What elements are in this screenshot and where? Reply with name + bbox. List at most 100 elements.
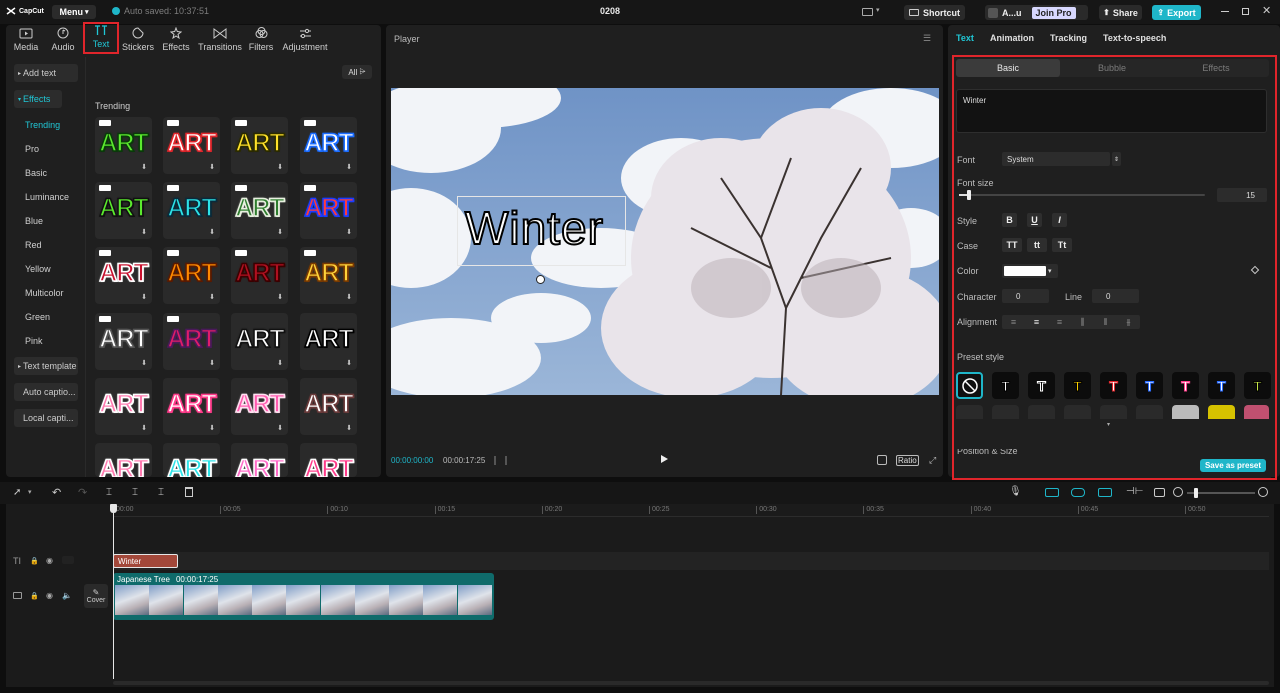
preset-tile[interactable] xyxy=(1208,405,1235,419)
text-clip[interactable]: Winter xyxy=(113,554,178,568)
split-icon[interactable]: ⌶ xyxy=(106,487,112,498)
tab-audio[interactable]: Audio xyxy=(43,25,83,55)
preset-style-tile[interactable]: T xyxy=(1028,372,1055,399)
effect-tile[interactable]: ART ⬇ xyxy=(95,247,152,304)
effect-tile[interactable]: ART xyxy=(231,443,288,477)
microphone-icon[interactable]: 🎙 xyxy=(1009,486,1022,497)
horizontal-scrollbar[interactable] xyxy=(113,681,1269,685)
sidebar-item-luminance[interactable]: Luminance xyxy=(25,192,69,202)
effect-tile[interactable]: ART xyxy=(163,443,220,477)
sidebar-item-blue[interactable]: Blue xyxy=(25,216,43,226)
sidebar-item-pink[interactable]: Pink xyxy=(25,336,43,346)
download-icon[interactable]: ⬇ xyxy=(141,424,147,432)
sidebar-add-text[interactable]: ▸ Add text xyxy=(14,64,78,82)
subtab-bubble[interactable]: Bubble xyxy=(1060,59,1164,77)
align-vertical-top-icon[interactable]: ⫴ xyxy=(1094,315,1117,329)
effect-tile[interactable]: ART ⬇ xyxy=(95,378,152,435)
share-button[interactable]: ⬆ Share xyxy=(1099,5,1142,20)
speaker-icon[interactable]: 🔈 xyxy=(62,591,72,600)
filter-all-button[interactable]: All ⩥ xyxy=(342,65,372,79)
effect-tile[interactable]: ART ⬇ xyxy=(231,247,288,304)
tab-filters[interactable]: Filters xyxy=(241,25,281,55)
download-icon[interactable]: ⬇ xyxy=(209,293,215,301)
effect-tile[interactable]: ART ⬇ xyxy=(300,378,357,435)
playhead[interactable] xyxy=(113,504,114,679)
split-right-icon[interactable]: ⌶ xyxy=(158,487,164,498)
tab-adjustment[interactable]: Adjustment xyxy=(282,25,328,55)
timecode-grid-icon[interactable] xyxy=(494,456,507,465)
effect-tile[interactable]: ART xyxy=(300,443,357,477)
delete-icon[interactable] xyxy=(185,487,193,497)
effect-tile[interactable]: ART ⬇ xyxy=(231,182,288,239)
preset-style-tile[interactable]: T xyxy=(992,372,1019,399)
rotate-handle-icon[interactable] xyxy=(536,275,545,284)
download-icon[interactable]: ⬇ xyxy=(277,424,283,432)
eye-icon[interactable]: ◉ xyxy=(46,591,53,600)
effect-tile[interactable]: ART ⬇ xyxy=(300,117,357,174)
minimize-icon[interactable] xyxy=(1221,11,1229,12)
effect-tile[interactable]: ART ⬇ xyxy=(163,313,220,370)
text-content-input[interactable]: Winter xyxy=(956,89,1267,133)
play-icon[interactable] xyxy=(661,455,668,463)
layout-icon[interactable] xyxy=(862,8,873,16)
effect-tile[interactable]: ART ⬇ xyxy=(163,247,220,304)
font-size-slider-track[interactable] xyxy=(959,190,1205,200)
download-icon[interactable]: ⬇ xyxy=(141,163,147,171)
font-size-input[interactable]: 15 xyxy=(1217,188,1267,202)
preset-tile[interactable] xyxy=(1172,405,1199,419)
sidebar-item-multicolor[interactable]: Multicolor xyxy=(25,288,64,298)
tab-text[interactable]: Text xyxy=(83,22,119,54)
download-icon[interactable]: ⬇ xyxy=(277,293,283,301)
maximize-icon[interactable] xyxy=(1242,8,1249,15)
download-icon[interactable]: ⬇ xyxy=(277,228,283,236)
download-icon[interactable]: ⬇ xyxy=(209,359,215,367)
tab-transitions[interactable]: Transitions xyxy=(198,25,242,55)
underline-button[interactable]: U xyxy=(1027,213,1042,227)
subtab-basic[interactable]: Basic xyxy=(956,59,1060,77)
download-icon[interactable]: ⬇ xyxy=(209,163,215,171)
download-icon[interactable]: ⬇ xyxy=(346,424,352,432)
effect-tile[interactable]: ART ⬇ xyxy=(163,117,220,174)
undo-icon[interactable]: ↶ xyxy=(52,486,61,499)
download-icon[interactable]: ⬇ xyxy=(346,228,352,236)
export-button[interactable]: ⇪ Export xyxy=(1152,5,1201,20)
split-left-icon[interactable]: ⌶ xyxy=(132,487,138,498)
zoom-slider[interactable] xyxy=(1187,488,1255,498)
tab-tracking[interactable]: Tracking xyxy=(1050,33,1087,43)
effect-tile[interactable]: ART ⬇ xyxy=(300,182,357,239)
align-vertical-bottom-icon[interactable]: ⫵ xyxy=(1117,315,1140,329)
preset-style-tile[interactable]: T xyxy=(1064,372,1091,399)
linkage-icon[interactable] xyxy=(1098,488,1112,497)
preset-tile[interactable] xyxy=(1136,405,1163,419)
join-pro-badge[interactable]: Join Pro xyxy=(1031,6,1076,19)
effect-tile[interactable]: ART ⬇ xyxy=(231,378,288,435)
menu-button[interactable]: Menu ▾ xyxy=(52,5,96,19)
align-justify-icon[interactable]: ⫼ xyxy=(1071,315,1094,329)
download-icon[interactable]: ⬇ xyxy=(141,359,147,367)
lock-icon[interactable]: 🔒 xyxy=(30,557,39,565)
tab-effects[interactable]: Effects xyxy=(156,25,196,55)
character-input[interactable]: 0 xyxy=(1002,289,1049,303)
preset-style-tile[interactable]: T xyxy=(1100,372,1127,399)
download-icon[interactable]: ⬇ xyxy=(346,163,352,171)
case-title-button[interactable]: Tt xyxy=(1052,238,1072,252)
sidebar-item-yellow[interactable]: Yellow xyxy=(25,264,51,274)
video-preview[interactable]: Winter xyxy=(391,88,939,395)
eye-icon[interactable]: ◉ xyxy=(46,556,53,565)
preset-style-tile[interactable]: T xyxy=(1208,372,1235,399)
download-icon[interactable]: ⬇ xyxy=(141,293,147,301)
preview-axis-icon[interactable]: ⊣⊢ xyxy=(1126,486,1143,497)
effect-tile[interactable]: ART ⬇ xyxy=(95,182,152,239)
sidebar-effects[interactable]: ▾ Effects xyxy=(14,90,62,108)
align-center-icon[interactable]: ≡ xyxy=(1025,315,1048,329)
tab-text-properties[interactable]: Text xyxy=(956,33,974,43)
effect-tile[interactable]: ART ⬇ xyxy=(231,313,288,370)
tab-animation[interactable]: Animation xyxy=(990,33,1034,43)
case-upper-button[interactable]: TT xyxy=(1002,238,1022,252)
zoom-out-icon[interactable] xyxy=(1173,487,1183,497)
ratio-button[interactable]: Ratio xyxy=(896,455,919,466)
subtab-effects[interactable]: Effects xyxy=(1164,59,1268,77)
cover-button[interactable]: ✎ Cover xyxy=(84,584,108,608)
sidebar-auto-captions[interactable]: Auto captio... xyxy=(14,383,78,401)
select-cursor-icon[interactable]: ➚ xyxy=(13,487,21,498)
